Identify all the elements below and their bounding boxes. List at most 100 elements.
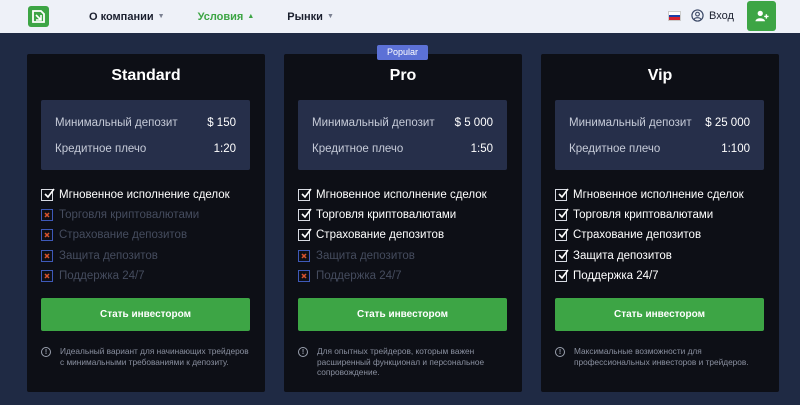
user-add-button[interactable]	[747, 1, 776, 31]
feature-item: Защита депозитов	[298, 246, 487, 266]
leverage-row: Кредитное плечо 1:100	[569, 143, 750, 155]
checkbox-checked-icon	[298, 228, 312, 242]
feature-item: Мгновенное исполнение сделок	[555, 185, 744, 205]
feature-label: Торговля криптовалютами	[573, 209, 714, 222]
checkbox-checked-icon	[298, 188, 312, 202]
plan-note: ! Для опытных трейдеров, которым важен р…	[298, 346, 510, 378]
checkbox-checked-icon	[298, 208, 312, 222]
feature-label: Защита депозитов	[573, 249, 672, 262]
leverage-value: 1:20	[213, 143, 236, 155]
info-icon: !	[555, 347, 565, 357]
feature-item: Защита депозитов	[41, 246, 230, 266]
feature-item: Мгновенное исполнение сделок	[298, 185, 487, 205]
become-investor-button[interactable]: Стать инвестором	[41, 298, 250, 331]
feature-label: Торговля криптовалютами	[59, 209, 200, 222]
feature-list: Мгновенное исполнение сделок Торговля кр…	[41, 185, 230, 286]
plan-card-vip: Vip Минимальный депозит $ 25 000 Кредитн…	[541, 54, 779, 392]
plan-note: ! Максимальные возможности для профессио…	[555, 346, 767, 367]
plan-note-text: Для опытных трейдеров, которым важен рас…	[317, 346, 485, 377]
deposit-row: Минимальный депозит $ 25 000	[569, 117, 750, 129]
leverage-label: Кредитное плечо	[55, 143, 147, 155]
leverage-label: Кредитное плечо	[312, 143, 404, 155]
plan-title: Pro	[389, 67, 417, 84]
feature-item: Поддержка 24/7	[555, 266, 744, 286]
deposit-row: Минимальный депозит $ 150	[55, 117, 236, 129]
plan-card-pro: Pro Минимальный депозит $ 5 000 Кредитно…	[284, 54, 522, 392]
leverage-row: Кредитное плечо 1:50	[312, 143, 493, 155]
nav-item-company[interactable]: О компании ▼	[89, 11, 165, 23]
checkbox-cross-icon	[298, 249, 310, 262]
feature-label: Страхование депозитов	[316, 229, 445, 242]
feature-item: Торговля криптовалютами	[298, 205, 487, 225]
feature-label: Мгновенное исполнение сделок	[316, 189, 487, 202]
user-circle-icon	[691, 9, 704, 22]
nav-item-label: Рынки	[287, 10, 323, 23]
checkbox-cross-icon	[298, 269, 310, 282]
nav-item-markets[interactable]: Рынки ▼	[287, 11, 334, 23]
checkbox-checked-icon	[555, 228, 569, 242]
feature-label: Защита депозитов	[59, 249, 158, 262]
leverage-value: 1:100	[721, 143, 750, 155]
leverage-label: Кредитное плечо	[569, 143, 661, 155]
site-header: О компании ▼ Условия ▲ Рынки ▼ Вход	[0, 0, 800, 33]
feature-item: Поддержка 24/7	[298, 266, 487, 286]
info-icon: !	[298, 347, 308, 357]
plan-note: ! Идеальный вариант для начинающих трейд…	[41, 346, 253, 367]
checkbox-cross-icon	[41, 209, 53, 222]
leverage-row: Кредитное плечо 1:20	[55, 143, 236, 155]
nav-item-label: Условия	[197, 10, 244, 23]
login-link[interactable]: Вход	[691, 9, 734, 22]
feature-label: Поддержка 24/7	[573, 269, 659, 282]
feature-item: Поддержка 24/7	[41, 266, 230, 286]
feature-list: Мгновенное исполнение сделок Торговля кр…	[555, 185, 744, 286]
feature-label: Поддержка 24/7	[316, 269, 402, 282]
user-add-icon	[754, 10, 769, 22]
plan-info-box: Минимальный депозит $ 5 000 Кредитное пл…	[298, 100, 507, 170]
deposit-label: Минимальный депозит	[55, 117, 178, 129]
plan-title: Standard	[111, 67, 181, 84]
feature-item: Торговля криптовалютами	[555, 205, 744, 225]
feature-label: Торговля криптовалютами	[316, 209, 457, 222]
feature-item: Мгновенное исполнение сделок	[41, 185, 230, 205]
deposit-row: Минимальный депозит $ 5 000	[312, 117, 493, 129]
chevron-down-icon: ▼	[326, 13, 334, 20]
feature-label: Защита депозитов	[316, 249, 415, 262]
plan-title: Vip	[647, 67, 673, 84]
login-label: Вход	[709, 9, 734, 22]
become-investor-button[interactable]: Стать инвестором	[555, 298, 764, 331]
deposit-value: $ 25 000	[705, 117, 750, 129]
nav-item-conditions[interactable]: Условия ▲	[198, 11, 255, 23]
deposit-label: Минимальный депозит	[569, 117, 692, 129]
plan-info-box: Минимальный депозит $ 25 000 Кредитное п…	[555, 100, 764, 170]
plan-note-text: Идеальный вариант для начинающих трейдер…	[60, 346, 249, 367]
feature-label: Страхование депозитов	[573, 229, 702, 242]
info-icon: !	[41, 347, 51, 357]
main-nav: О компании ▼ Условия ▲ Рынки ▼	[89, 0, 367, 33]
checkbox-cross-icon	[41, 229, 53, 242]
feature-label: Поддержка 24/7	[59, 269, 145, 282]
feature-item: Торговля криптовалютами	[41, 205, 230, 225]
plan-info-box: Минимальный депозит $ 150 Кредитное плеч…	[41, 100, 250, 170]
feature-item: Защита депозитов	[555, 246, 744, 266]
nav-item-label: О компании	[89, 10, 154, 23]
checkbox-checked-icon	[555, 249, 569, 262]
chevron-up-icon: ▲	[247, 13, 255, 20]
leverage-value: 1:50	[470, 143, 493, 155]
feature-label: Мгновенное исполнение сделок	[573, 189, 744, 202]
checkbox-checked-icon	[41, 188, 55, 202]
chevron-down-icon: ▼	[157, 13, 165, 20]
deposit-value: $ 5 000	[454, 117, 493, 129]
checkbox-cross-icon	[41, 249, 53, 262]
popular-badge: Popular	[377, 45, 428, 60]
feature-item: Страхование депозитов	[41, 225, 230, 245]
become-investor-button[interactable]: Стать инвестором	[298, 298, 507, 331]
checkbox-cross-icon	[41, 269, 53, 282]
deposit-label: Минимальный депозит	[312, 117, 435, 129]
russia-flag-icon[interactable]	[668, 11, 681, 21]
feature-list: Мгновенное исполнение сделок Торговля кр…	[298, 185, 487, 286]
feature-label: Страхование депозитов	[59, 229, 188, 242]
logo-icon[interactable]	[28, 6, 49, 27]
deposit-value: $ 150	[207, 117, 236, 129]
plan-note-text: Максимальные возможности для профессиона…	[574, 346, 749, 367]
feature-label: Мгновенное исполнение сделок	[59, 189, 230, 202]
